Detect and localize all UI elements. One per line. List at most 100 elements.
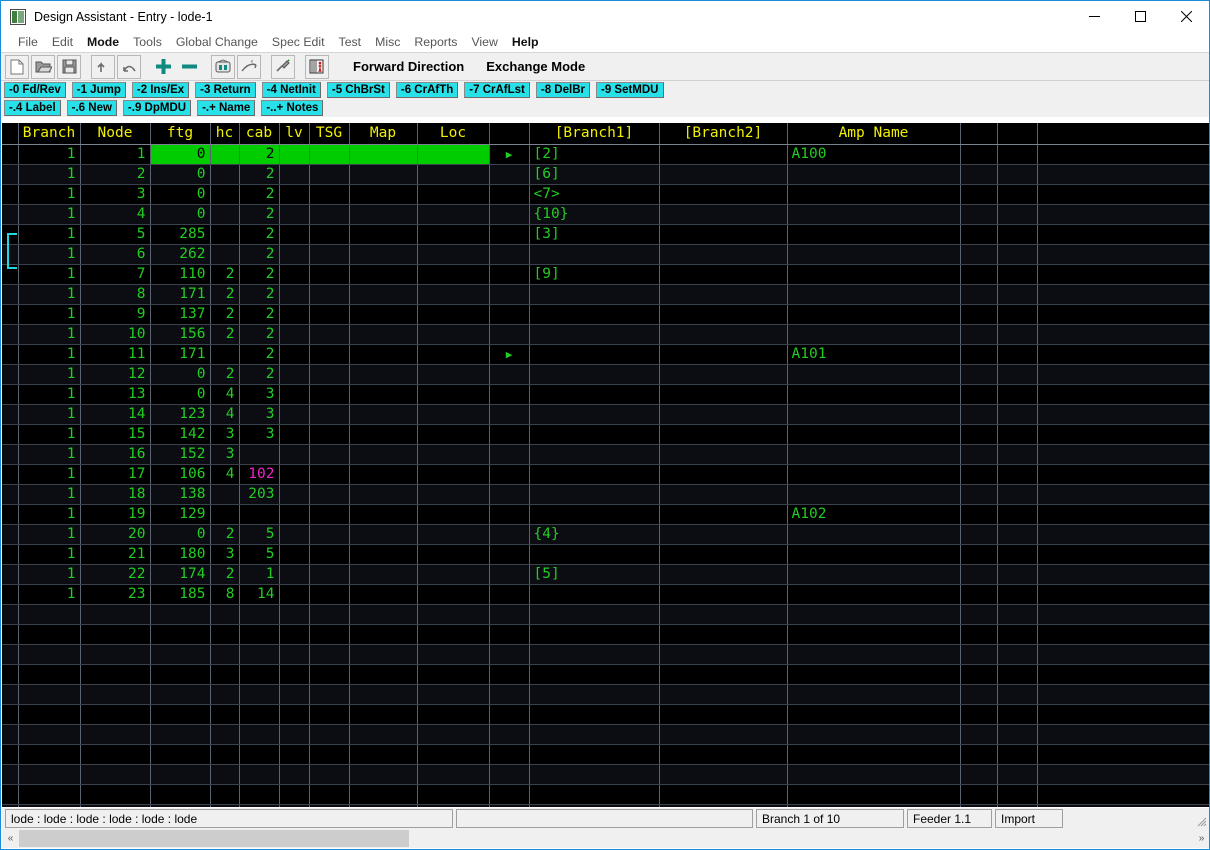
cell-mark[interactable]: [2, 364, 19, 385]
cell-map[interactable]: [349, 744, 418, 765]
cell-x3[interactable]: [1037, 224, 1209, 245]
cell-x1[interactable]: [960, 664, 998, 685]
cell-branch1[interactable]: [529, 644, 660, 665]
cell-mark[interactable]: [2, 204, 19, 225]
cell-cab[interactable]: 3: [239, 384, 280, 405]
cell-hc[interactable]: [210, 764, 240, 785]
cell-amp[interactable]: [787, 204, 961, 225]
cell-node[interactable]: 16: [80, 444, 151, 465]
cell-cab[interactable]: 2: [239, 184, 280, 205]
cell-loc[interactable]: [417, 524, 490, 545]
cell-ftg[interactable]: 262: [150, 244, 211, 265]
fkey-8-delbr[interactable]: -8 DelBr: [535, 82, 590, 98]
cell-x1[interactable]: [960, 324, 998, 345]
cell-mark[interactable]: [2, 604, 19, 625]
cell-hc[interactable]: [210, 504, 240, 525]
cell-sel[interactable]: [489, 764, 530, 785]
cell-x1[interactable]: [960, 404, 998, 425]
cell-lv[interactable]: [279, 504, 310, 525]
cell-branch2[interactable]: [659, 204, 788, 225]
cell-lv[interactable]: [279, 724, 310, 745]
cell-amp[interactable]: [787, 184, 961, 205]
cell-lv[interactable]: [279, 764, 310, 785]
cell-amp[interactable]: [787, 564, 961, 585]
cell-branch1[interactable]: {10}: [529, 204, 660, 225]
cell-x3[interactable]: [1037, 444, 1209, 465]
cell-branch[interactable]: [18, 724, 81, 745]
cell-x2[interactable]: [997, 264, 1038, 285]
new-file-icon[interactable]: [5, 54, 29, 79]
cell-x1[interactable]: [960, 564, 998, 585]
col-node[interactable]: Node: [80, 123, 151, 145]
cell-amp[interactable]: [787, 444, 961, 465]
cell-node[interactable]: [80, 704, 151, 725]
cell-node[interactable]: [80, 784, 151, 805]
cell-lv[interactable]: [279, 144, 310, 165]
cell-x1[interactable]: [960, 524, 998, 545]
cell-loc[interactable]: [417, 444, 490, 465]
cell-mark[interactable]: [2, 764, 19, 785]
cell-branch[interactable]: [18, 664, 81, 685]
cell-sel[interactable]: ▶: [489, 344, 530, 365]
cell-sel[interactable]: [489, 604, 530, 625]
cell-sel[interactable]: [489, 424, 530, 445]
cell-branch2[interactable]: [659, 404, 788, 425]
cell-branch2[interactable]: [659, 764, 788, 785]
cell-hc[interactable]: 2: [210, 364, 240, 385]
cell-lv[interactable]: [279, 284, 310, 305]
cell-x2[interactable]: [997, 404, 1038, 425]
cell-lv[interactable]: [279, 684, 310, 705]
cell-node[interactable]: 2: [80, 164, 151, 185]
cell-cab[interactable]: [239, 764, 280, 785]
cell-amp[interactable]: [787, 744, 961, 765]
cell-branch1[interactable]: [529, 404, 660, 425]
curve-path-icon[interactable]: [237, 54, 261, 79]
cell-x2[interactable]: [997, 464, 1038, 485]
cell-map[interactable]: [349, 624, 418, 645]
cell-cab[interactable]: [239, 684, 280, 705]
cell-cab[interactable]: [239, 664, 280, 685]
table-row[interactable]: 1 3 0 2 <7>: [2, 184, 1209, 205]
cell-branch1[interactable]: [529, 424, 660, 445]
cell-map[interactable]: [349, 324, 418, 345]
cell-branch2[interactable]: [659, 624, 788, 645]
table-row-empty[interactable]: [2, 744, 1209, 765]
cell-x2[interactable]: [997, 204, 1038, 225]
table-row-empty[interactable]: [2, 724, 1209, 745]
cell-x2[interactable]: [997, 604, 1038, 625]
cell-x1[interactable]: [960, 384, 998, 405]
cell-lv[interactable]: [279, 704, 310, 725]
cell-loc[interactable]: [417, 144, 490, 165]
cell-branch[interactable]: 1: [18, 404, 81, 425]
table-row[interactable]: 1 7 110 2 2 [9]: [2, 264, 1209, 285]
cell-branch2[interactable]: [659, 344, 788, 365]
cell-x1[interactable]: [960, 504, 998, 525]
cell-loc[interactable]: [417, 504, 490, 525]
cell-branch1[interactable]: [529, 304, 660, 325]
cell-loc[interactable]: [417, 664, 490, 685]
cell-branch[interactable]: 1: [18, 584, 81, 605]
cell-x1[interactable]: [960, 764, 998, 785]
cell-x1[interactable]: [960, 604, 998, 625]
cell-cab[interactable]: 1: [239, 564, 280, 585]
cell-ftg[interactable]: 110: [150, 264, 211, 285]
cell-lv[interactable]: [279, 184, 310, 205]
cell-branch1[interactable]: [529, 624, 660, 645]
cell-node[interactable]: 21: [80, 544, 151, 565]
cell-node[interactable]: 12: [80, 364, 151, 385]
cell-node[interactable]: [80, 744, 151, 765]
cell-tsg[interactable]: [309, 384, 350, 405]
undo-arrow-icon[interactable]: [91, 54, 115, 79]
table-row[interactable]: 1 11 171 2 ▶ A101: [2, 344, 1209, 365]
cell-x2[interactable]: [997, 364, 1038, 385]
cell-branch2[interactable]: [659, 684, 788, 705]
cell-x2[interactable]: [997, 644, 1038, 665]
fkey-7-craflst[interactable]: -7 CrAfLst: [464, 82, 530, 98]
cell-loc[interactable]: [417, 324, 490, 345]
cell-hc[interactable]: 2: [210, 564, 240, 585]
cell-tsg[interactable]: [309, 424, 350, 445]
fkey-4-label[interactable]: -.4 Label: [4, 100, 61, 116]
cell-x3[interactable]: [1037, 464, 1209, 485]
cell-ftg[interactable]: 137: [150, 304, 211, 325]
cell-cab[interactable]: [239, 784, 280, 805]
